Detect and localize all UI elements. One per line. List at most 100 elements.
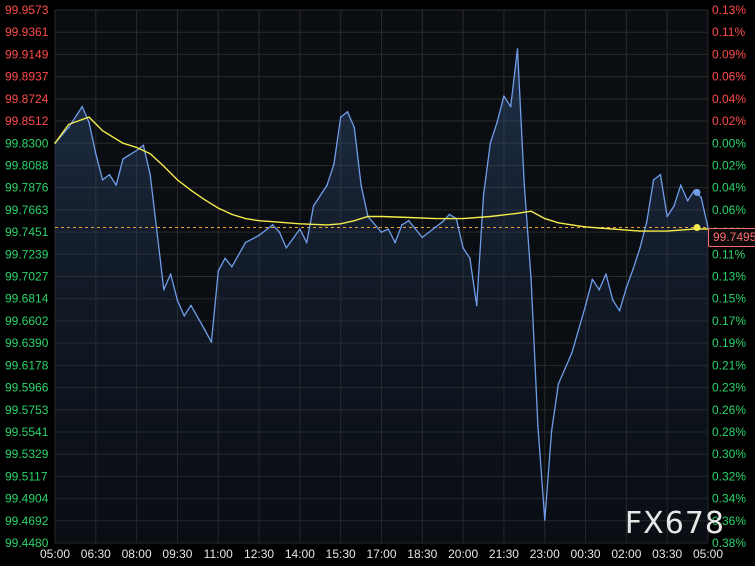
price-point xyxy=(88,121,90,124)
average-point xyxy=(652,230,655,232)
x-tick-label: 20:00 xyxy=(448,547,478,561)
average-point xyxy=(584,226,587,228)
price-point xyxy=(305,241,308,244)
average-end-marker xyxy=(693,223,701,231)
price-point xyxy=(496,121,498,124)
price-point xyxy=(618,309,621,312)
average-point xyxy=(204,199,206,201)
price-point xyxy=(584,304,587,307)
average-point xyxy=(367,215,369,218)
price-point xyxy=(81,105,84,108)
price-point xyxy=(326,184,328,186)
average-point xyxy=(299,223,301,225)
average-point xyxy=(516,212,519,214)
y-tick-label-right: 0.04% xyxy=(712,181,746,195)
price-point xyxy=(149,173,152,176)
y-tick-label-right: 0.13% xyxy=(712,270,746,284)
average-point xyxy=(353,220,355,222)
price-point xyxy=(469,257,471,260)
x-tick-label: 17:00 xyxy=(366,547,396,561)
y-tick-label-right: 0.15% xyxy=(712,292,746,306)
average-point xyxy=(612,228,614,230)
y-tick-label-right: 0.02% xyxy=(712,114,746,128)
average-point xyxy=(680,229,682,231)
price-point xyxy=(224,257,226,260)
price-point xyxy=(299,228,301,230)
price-point xyxy=(353,126,356,129)
price-point xyxy=(625,286,628,289)
y-tick-label-left: 99.6178 xyxy=(5,358,49,372)
x-tick-label: 03:30 xyxy=(652,547,682,561)
average-point xyxy=(666,230,668,232)
x-tick-label: 11:00 xyxy=(204,547,233,561)
average-point xyxy=(68,123,70,125)
price-point xyxy=(183,315,186,317)
average-point xyxy=(88,116,90,118)
y-tick-label-left: 99.9149 xyxy=(5,47,49,61)
average-point xyxy=(571,224,573,226)
y-tick-label-right: 0.02% xyxy=(712,158,746,172)
y-tick-label-right: 0.21% xyxy=(712,358,746,372)
price-point xyxy=(339,116,342,118)
price-point xyxy=(537,424,539,427)
y-tick-label-left: 99.8724 xyxy=(5,92,49,106)
price-point xyxy=(571,351,573,354)
price-point xyxy=(591,278,594,281)
price-point xyxy=(244,241,247,244)
y-tick-label-right: 0.32% xyxy=(712,469,746,483)
y-tick-label-left: 99.7027 xyxy=(5,270,49,284)
average-point xyxy=(190,189,192,191)
price-point xyxy=(108,173,111,176)
x-tick-label: 08:00 xyxy=(122,547,152,561)
price-point xyxy=(523,184,526,186)
price-end-marker xyxy=(693,188,701,196)
average-point xyxy=(530,210,532,212)
y-tick-label-right: 0.11% xyxy=(712,247,745,261)
price-point xyxy=(489,142,492,145)
price-point xyxy=(380,231,383,233)
average-point xyxy=(557,222,559,224)
average-point xyxy=(489,215,491,218)
price-point xyxy=(271,224,274,226)
y-tick-label-right: 0.13% xyxy=(712,3,746,17)
price-point xyxy=(679,184,682,186)
average-point xyxy=(122,142,124,144)
y-tick-label-right: 0.17% xyxy=(712,314,746,328)
average-point xyxy=(544,217,546,220)
price-point xyxy=(639,247,641,249)
price-point xyxy=(122,158,124,160)
price-point xyxy=(666,215,668,218)
y-tick-label-right: 0.19% xyxy=(712,336,746,350)
y-tick-label-left: 99.7876 xyxy=(5,181,49,195)
average-point xyxy=(272,221,274,223)
price-point xyxy=(407,219,410,222)
price-point xyxy=(421,236,424,239)
chart-area: 99.9573 0.13% 99.9361 0.11% 99.9149 0.09% 99.8… xyxy=(0,0,755,561)
y-tick-label-right: 0.04% xyxy=(712,92,746,106)
price-point xyxy=(176,299,179,302)
price-point xyxy=(632,268,634,270)
average-point xyxy=(163,165,165,167)
x-tick-label: 23:00 xyxy=(530,547,560,561)
price-point xyxy=(101,179,104,181)
average-point xyxy=(258,220,260,222)
x-tick-label: 00:30 xyxy=(571,547,601,561)
price-point xyxy=(530,278,532,281)
price-point xyxy=(169,273,172,275)
price-point xyxy=(516,48,519,50)
price-point xyxy=(278,231,281,233)
price-point xyxy=(673,205,675,207)
x-tick-label: 21:30 xyxy=(489,547,519,561)
price-point xyxy=(210,341,213,343)
y-tick-label-right: 0.06% xyxy=(712,203,746,217)
y-tick-label-left: 99.6390 xyxy=(5,336,49,350)
y-tick-label-left: 99.8300 xyxy=(5,136,49,150)
y-tick-label-left: 99.5329 xyxy=(5,447,49,461)
x-tick-label: 02:00 xyxy=(611,547,641,561)
price-point xyxy=(564,367,566,370)
average-point xyxy=(54,142,56,144)
y-tick-label-left: 99.9361 xyxy=(5,25,49,39)
y-tick-label-right: 0.28% xyxy=(712,425,746,439)
average-point xyxy=(149,153,151,155)
price-point xyxy=(605,273,607,275)
